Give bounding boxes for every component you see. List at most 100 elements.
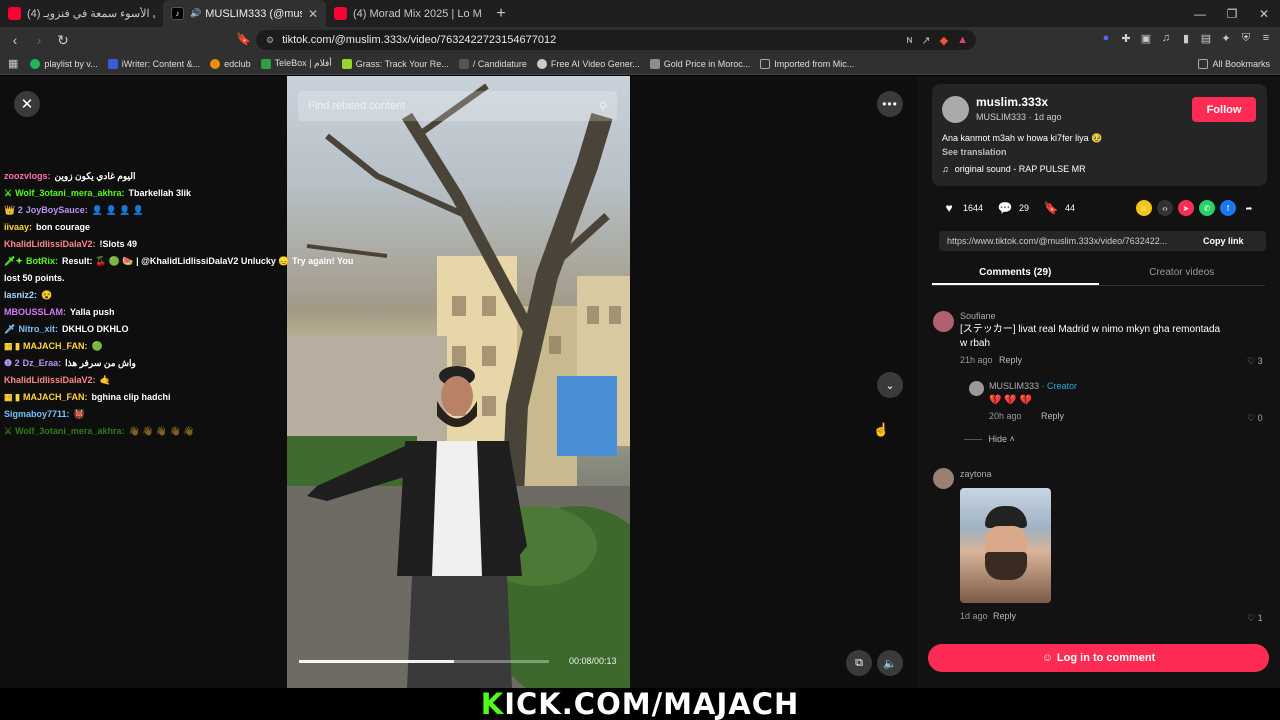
chat-username[interactable]: lasniz2: [4,290,37,300]
video-progress-bar[interactable] [299,660,549,663]
avatar[interactable] [942,96,969,123]
avatar[interactable] [969,381,984,396]
follow-button[interactable]: Follow [1192,97,1256,122]
chat-username[interactable]: Dz_Eraa: [23,358,62,368]
hide-replies-button[interactable]: Hide ˄ [964,434,1015,444]
volume-icon[interactable]: 🔈 [877,650,903,676]
brave-rewards-icon[interactable]: ▲ [957,34,968,47]
all-bookmarks[interactable]: All Bookmarks [1198,58,1270,69]
comment-like-button[interactable]: ♡ 0 [1247,413,1263,424]
facebook-icon[interactable]: f [1220,200,1236,216]
see-translation-link[interactable]: See translation [942,147,1007,157]
chat-username[interactable]: BotRix: [26,256,58,266]
address-bar[interactable]: ⚙ tiktok.com/@muslim.333x/video/76324227… [256,30,976,50]
tab-creator-videos[interactable]: Creator videos [1099,264,1266,285]
comment-author[interactable]: Soufiane [960,311,996,321]
more-options-icon[interactable]: ••• [877,91,903,117]
chat-message: MBOUSSLAM: Yalla push [4,304,364,321]
chat-username[interactable]: KhalidLidlissiDalaV2: [4,375,96,385]
send-icon[interactable]: ➤ [1178,200,1194,216]
tab-search-icon[interactable]: ▣ [1140,32,1152,45]
close-window-icon[interactable]: ✕ [1248,0,1280,27]
bookmark-folder[interactable]: Imported from Mic... [760,58,854,69]
sidebar-icon[interactable]: ▮ [1180,32,1192,45]
reply-button[interactable]: Reply [999,355,1022,365]
bookmarks-bar: ▦ playlist by v... iWriter: Content &...… [0,53,1280,75]
minimize-icon[interactable]: — [1184,0,1216,27]
share-icon[interactable]: ↗ [921,34,930,47]
restore-icon[interactable]: ❐ [1216,0,1248,27]
bookmark-item[interactable]: edclub [210,58,251,69]
edclub-icon [210,58,221,69]
video-progress-fill [299,660,454,663]
forward-icon[interactable]: › [28,32,50,48]
friends-share-icon[interactable]: ☺ [1136,200,1152,216]
browser-tab[interactable]: (4) Morad Mix 2025 | Lo Mejor de Mo [326,0,489,27]
chat-username[interactable]: MAJACH_FAN: [23,392,88,402]
comment-author[interactable]: MUSLIM333 · Creator [989,381,1077,391]
tab-title: MUSLIM333 (@muslim.333x) [205,7,302,20]
comment-like-button[interactable]: ♡ 3 [1247,356,1263,367]
chat-username[interactable]: JoyBoySauce: [26,205,88,215]
wallet-icon[interactable]: ▤ [1200,32,1212,45]
bookmark-icon[interactable]: 🔖 [236,32,251,46]
chat-username[interactable]: Sigmaboy7711: [4,409,70,419]
close-tab-icon[interactable]: ✕ [308,7,318,21]
chat-username[interactable]: KhalidLidlissiDalaV2: [4,239,96,249]
bookmark-item[interactable]: / Candidature [458,58,527,69]
reply-button[interactable]: Reply [1041,411,1064,421]
like-button[interactable]: ♥ 1644 [941,200,983,216]
chat-text: bon courage [36,222,91,232]
chevron-down-icon[interactable]: ⌄ [877,372,903,398]
brave-shield-icon[interactable]: ◆ [940,34,948,47]
comment-author[interactable]: zaytona [960,469,992,479]
chat-username[interactable]: iivaay: [4,222,32,232]
save-button[interactable]: 🔖 44 [1043,200,1076,216]
browser-tab[interactable]: (4) دخلت الحي الأسوء سمعة في فنزويـ [0,0,163,27]
bookmark-item[interactable]: Gold Price in Moroc... [649,58,750,69]
reader-mode-icon[interactable]: ɴ [906,34,912,47]
leo-icon[interactable]: ✦ [1220,32,1232,45]
bookmark-item[interactable]: Free AI Video Gener... [536,58,640,69]
chat-username[interactable]: Nitro_xit: [18,324,58,334]
menu-icon[interactable]: ≡ [1260,32,1272,45]
media-icon[interactable]: ♫ [1160,32,1172,45]
bookmark-item[interactable]: playlist by v... [30,58,98,69]
bookmark-item[interactable]: TeleBox | أفلام [260,58,332,69]
chat-username[interactable]: Wolf_3otani_mera_akhra: [15,426,124,436]
sound-link[interactable]: ♫ original sound - RAP PULSE MR [942,164,1086,174]
bookmark-item[interactable]: Grass: Track Your Re... [341,58,449,69]
new-tab-button[interactable]: + [489,0,513,27]
login-to-comment-button[interactable]: ☺ Log in to comment [928,644,1269,672]
avatar[interactable] [933,468,954,489]
close-icon[interactable]: ✕ [14,91,40,117]
puzzle-icon[interactable]: ✚ [1120,32,1132,45]
avatar[interactable] [933,311,954,332]
reload-icon[interactable]: ↻ [52,32,74,49]
comment-button[interactable]: 💬 29 [997,200,1030,216]
chat-username[interactable]: Wolf_3otani_mera_akhra: [15,188,124,198]
whatsapp-icon[interactable]: ✆ [1199,200,1215,216]
comment-text: 💔 💔 💔 [989,395,1032,406]
back-icon[interactable]: ‹ [4,32,26,48]
copy-link-button[interactable]: Copy link [1203,236,1244,246]
author-name[interactable]: muslim.333x [976,95,1048,109]
comment-image[interactable] [960,488,1051,603]
embed-icon[interactable]: ‹› [1157,200,1173,216]
vpn-icon[interactable]: ⛨ [1240,32,1252,45]
extension-icon[interactable]: ● [1100,32,1112,45]
related-search-input[interactable]: Find related content ⚲ [298,91,617,121]
floating-player-icon[interactable]: ⧉ [846,650,872,676]
site-info-icon[interactable]: ⚙ [266,35,274,46]
comment-like-button[interactable]: ♡ 1 [1247,613,1263,624]
chat-username[interactable]: zoozvlogs: [4,171,51,181]
bookmark-item[interactable]: iWriter: Content &... [107,58,200,69]
reply-button[interactable]: Reply [993,611,1016,621]
tab-comments[interactable]: Comments (29) [932,264,1099,285]
search-icon[interactable]: ⚲ [599,100,607,113]
apps-grid-icon[interactable]: ▦ [8,57,18,70]
share-arrow-icon[interactable]: ➦ [1241,200,1257,216]
browser-tab-active[interactable]: ♪ 🔊 MUSLIM333 (@muslim.333x) ✕ [163,0,326,27]
chat-username[interactable]: MBOUSSLAM: [4,307,66,317]
chat-username[interactable]: MAJACH_FAN: [23,341,88,351]
